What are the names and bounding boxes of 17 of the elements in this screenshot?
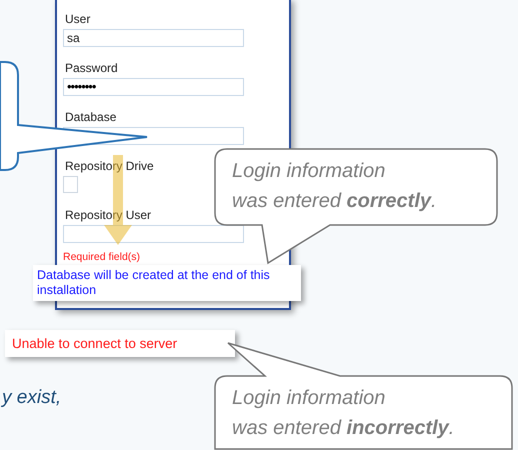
callout-text: Login information: [232, 386, 386, 411]
password-field[interactable]: ••••••••: [63, 78, 244, 96]
callout-text: Login information: [232, 159, 386, 184]
input-field[interactable]: sa: [63, 29, 244, 47]
field-label: Database: [65, 110, 116, 124]
error-message: Unable to connect to server: [5, 330, 235, 357]
info-message: Database will be created at the end of this installation: [33, 265, 301, 301]
input-field[interactable]: [63, 225, 244, 243]
validation-text: Required field(s): [63, 250, 140, 265]
field-label: User: [65, 12, 90, 26]
field-label: Repository User: [65, 208, 152, 222]
callout-text: was entered incorrectly.: [232, 416, 454, 441]
checkbox[interactable]: [63, 176, 78, 193]
field-label: Repository Drive: [65, 159, 154, 173]
callout-text: was entered correctly.: [232, 189, 437, 214]
body-text: y exist,: [2, 386, 62, 410]
field-label: Password: [65, 61, 118, 75]
